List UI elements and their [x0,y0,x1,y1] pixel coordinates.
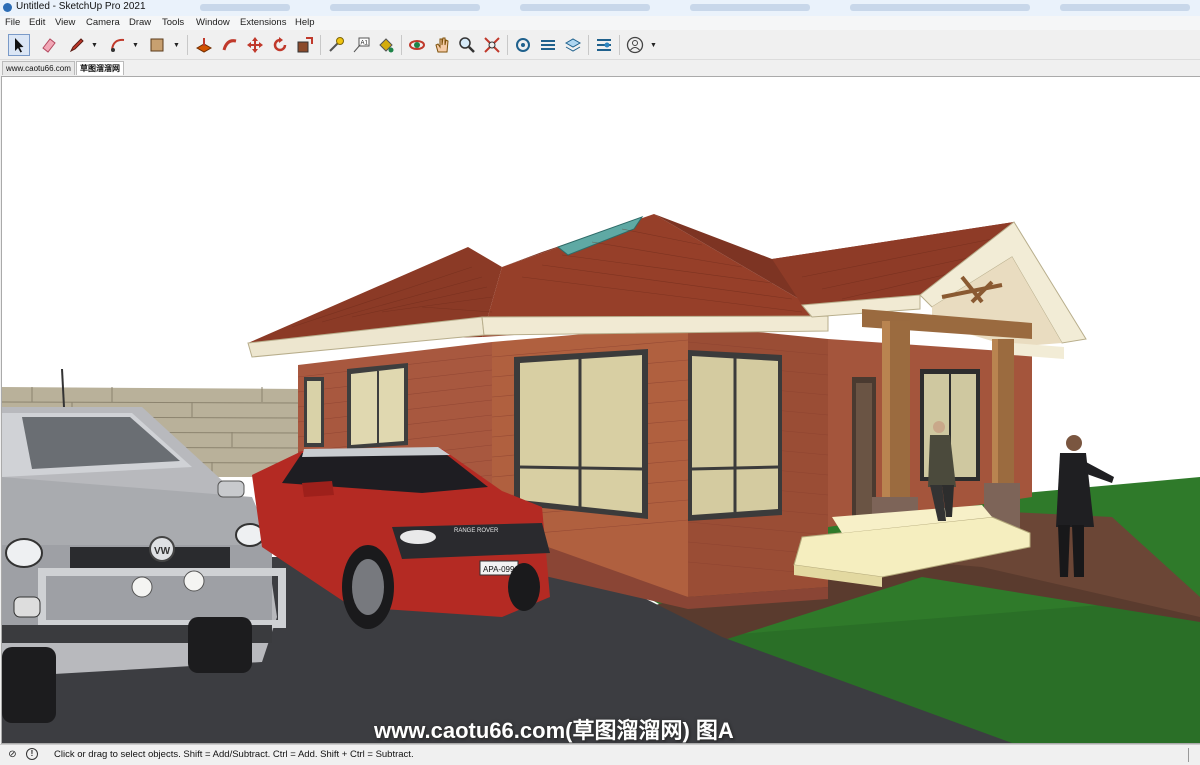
menu-edit[interactable]: Edit [29,17,45,28]
status-message: Click or drag to select objects. Shift =… [54,749,414,760]
toolbar-separator [507,35,508,55]
toolbar-separator [619,35,620,55]
arc-icon[interactable] [107,34,129,56]
chevron-down-icon[interactable]: ▼ [173,42,180,49]
status-divider [1188,748,1189,762]
browser-tab-blur [690,4,810,11]
browser-tab-blur [330,4,480,11]
select-tool-icon[interactable] [8,34,30,56]
svg-text:VW: VW [154,546,171,557]
scale-icon[interactable] [294,34,316,56]
orbit-icon[interactable] [406,34,428,56]
shape-rectangle-icon[interactable] [146,34,168,56]
tape-measure-icon[interactable] [325,34,347,56]
pan-hand-icon[interactable] [431,34,453,56]
drawing-viewport[interactable]: VW RANGE ROVER APA-0991 www.caotu66.com(… [1,76,1200,744]
menu-bar: File Edit View Camera Draw Tools Window … [0,16,1200,30]
title-bar: Untitled - SketchUp Pro 2021 [0,0,1200,17]
follow-me-icon[interactable] [219,34,241,56]
menu-camera[interactable]: Camera [86,17,120,28]
menu-help[interactable]: Help [295,17,315,28]
watermark-text: www.caotu66.com(草图溜溜网) 图A [374,718,734,743]
browser-tab-blur [520,4,650,11]
menu-extensions[interactable]: Extensions [240,17,286,28]
text-label-icon[interactable]: A1 [350,34,372,56]
instructor-info-icon[interactable]: ! [26,748,38,760]
move-icon[interactable] [244,34,266,56]
browser-tab-blur [200,4,290,11]
pencil-icon[interactable] [66,34,88,56]
toolbar-separator [320,35,321,55]
menu-tools[interactable]: Tools [162,17,184,28]
rotate-icon[interactable] [269,34,291,56]
account-user-icon[interactable] [624,34,646,56]
window-title: Untitled - SketchUp Pro 2021 [16,1,146,12]
browser-tab-blur [1060,4,1190,11]
eraser-icon[interactable] [38,34,60,56]
zoom-magnifier-icon[interactable] [456,34,478,56]
paint-bucket-icon[interactable] [375,34,397,56]
menu-window[interactable]: Window [196,17,230,28]
window-front [514,349,648,519]
scene-tabs: www.caotu66.com 草图溜溜网 [0,60,1200,75]
chevron-down-icon[interactable]: ▼ [91,42,98,49]
status-geo-icon[interactable]: ⊘ [6,748,19,761]
toolbar-separator [187,35,188,55]
extension-warehouse-icon[interactable] [537,34,559,56]
menu-view[interactable]: View [55,17,75,28]
browser-tab-blur [850,4,1030,11]
window-left [347,363,408,449]
tab-caotu-cn[interactable]: 草图溜溜网 [76,61,124,75]
svg-text:A1: A1 [361,41,369,47]
layout-stack-icon[interactable] [562,34,584,56]
status-bar: ⊘ ! Click or drag to select objects. Shi… [0,744,1200,765]
chevron-down-icon[interactable]: ▼ [650,42,657,49]
sketchup-logo-icon [3,3,12,12]
push-pull-icon[interactable] [193,34,215,56]
menu-draw[interactable]: Draw [129,17,151,28]
3d-warehouse-icon[interactable] [512,34,534,56]
zoom-extents-icon[interactable] [481,34,503,56]
scene-canvas: VW RANGE ROVER APA-0991 [2,77,1200,743]
window-left-small [304,377,324,447]
car-brand-badge: RANGE ROVER [454,528,499,534]
extension-manager-icon[interactable] [593,34,615,56]
toolbar: ▼ ▼ ▼ A1 ▼ [0,31,1200,60]
menu-file[interactable]: File [5,17,20,28]
window-corner [688,350,782,521]
toolbar-separator [588,35,589,55]
toolbar-separator [401,35,402,55]
tab-caotu66[interactable]: www.caotu66.com [2,61,75,75]
chevron-down-icon[interactable]: ▼ [132,42,139,49]
